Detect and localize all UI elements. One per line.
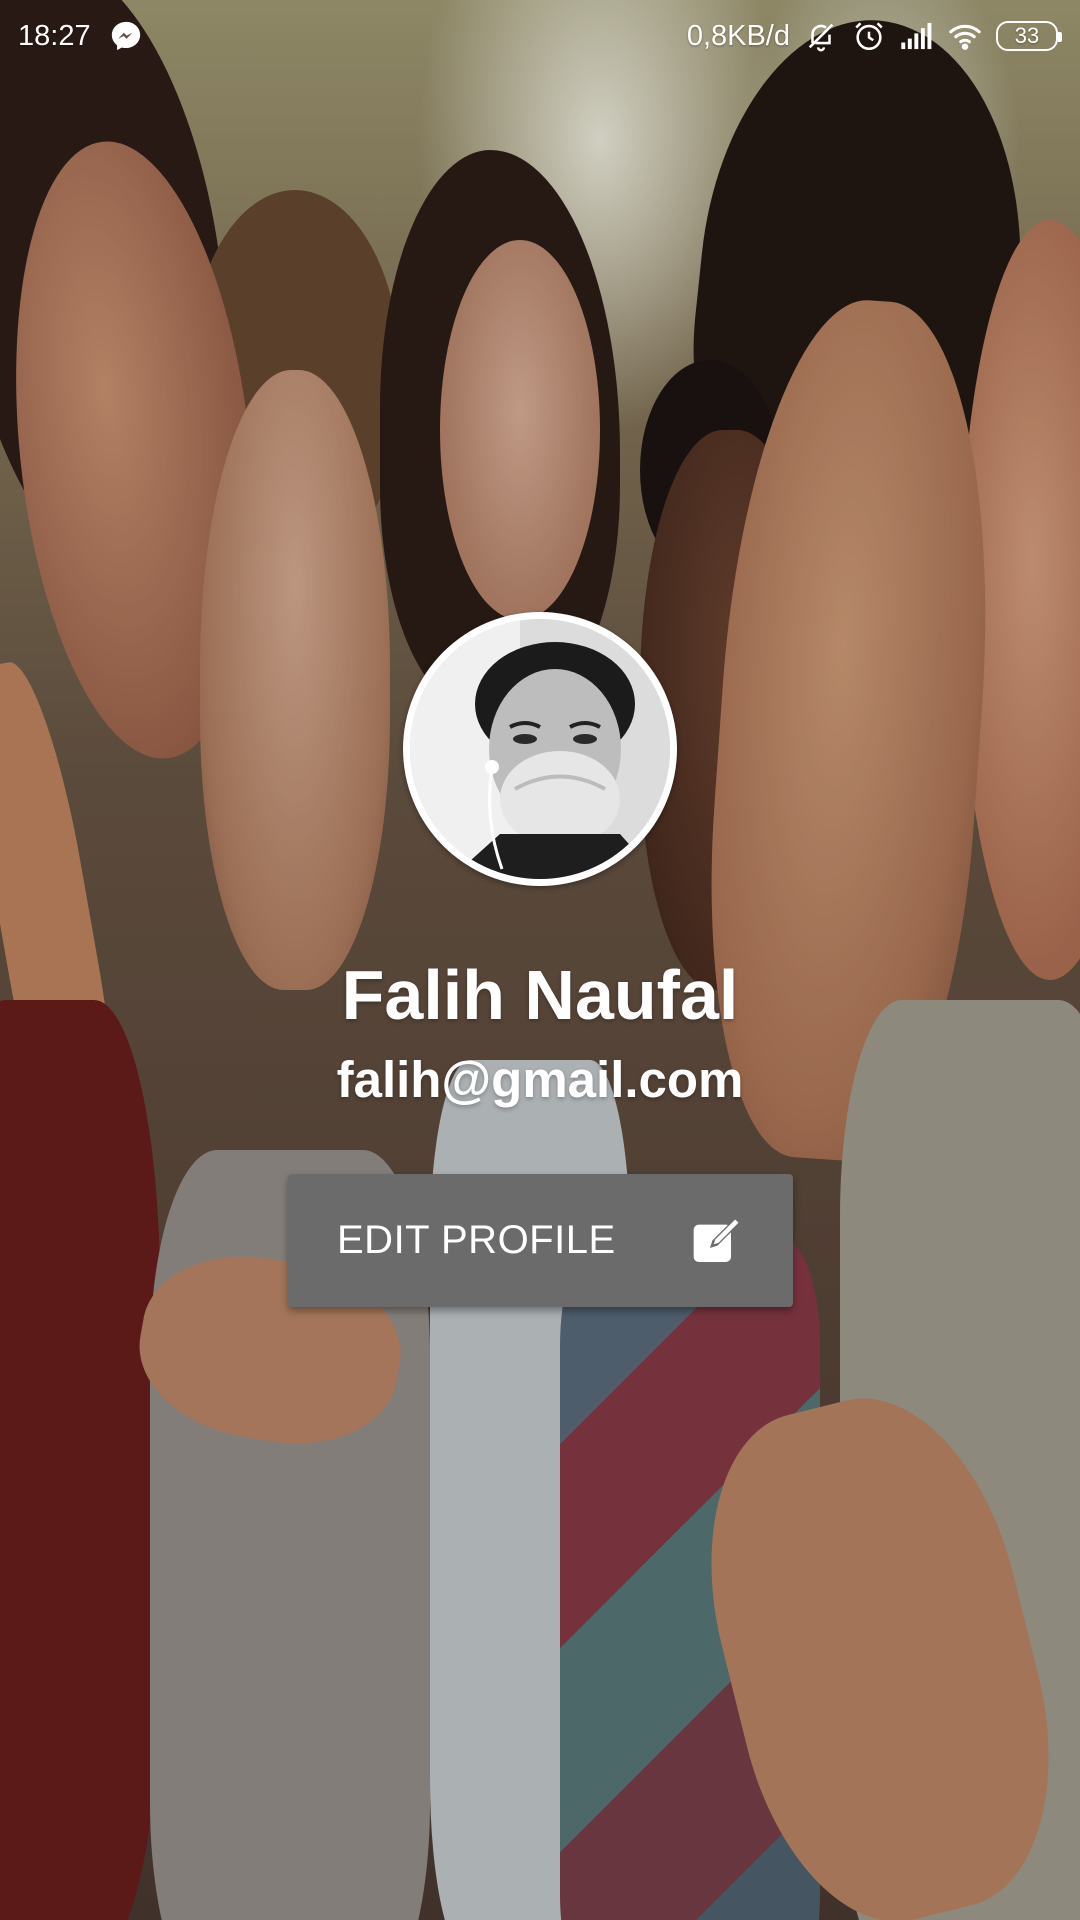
messenger-icon	[109, 19, 143, 53]
notifications-off-icon	[804, 19, 838, 53]
network-speed: 0,8KB/d	[686, 19, 790, 52]
edit-icon	[689, 1213, 745, 1269]
wifi-icon	[948, 19, 982, 53]
alarm-icon	[852, 19, 886, 53]
avatar[interactable]	[410, 619, 670, 879]
profile-email: falih@gmail.com	[336, 1051, 744, 1108]
profile-name: Falih Naufal	[341, 956, 739, 1034]
battery-icon: 33	[996, 21, 1062, 51]
status-bar: 18:27 0,8KB/d 33	[0, 0, 1080, 72]
battery-level: 33	[1014, 23, 1040, 48]
edit-profile-label: EDIT PROFILE	[337, 1218, 616, 1262]
signal-icon	[900, 19, 934, 53]
status-time: 18:27	[18, 19, 91, 52]
profile-avatar-ring	[403, 612, 677, 886]
edit-profile-button[interactable]: EDIT PROFILE	[288, 1174, 793, 1307]
